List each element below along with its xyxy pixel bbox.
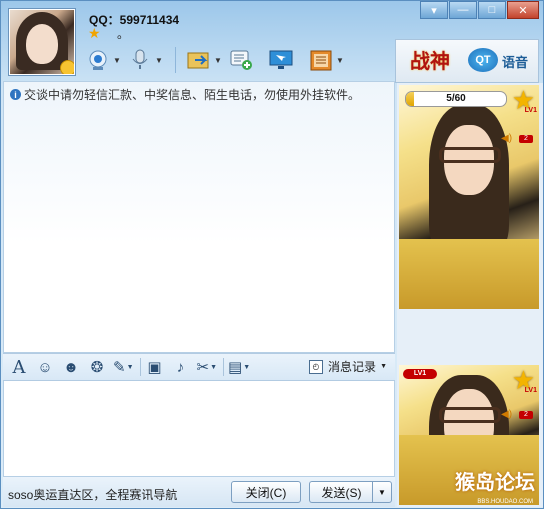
send-options-button[interactable]: ▼ xyxy=(372,481,392,503)
chevron-down-icon[interactable]: ▼ xyxy=(214,56,224,65)
video-person-jacket xyxy=(399,239,539,309)
chevron-down-icon[interactable]: ▼ xyxy=(243,364,250,371)
webcam-icon xyxy=(85,47,111,73)
signature: 。 xyxy=(117,27,130,41)
format-separator xyxy=(139,358,141,376)
chevron-down-icon[interactable]: ▼ xyxy=(210,364,217,371)
folder-icon xyxy=(186,47,212,73)
video-panel: 5/60 ★ LV1 ◀) 2 LV1 ★ LV1 ◀) 2 猴岛论坛 BBS.… xyxy=(397,83,543,507)
chevron-down-icon[interactable]: ▼ xyxy=(155,56,165,65)
close-window-button[interactable]: ✕ xyxy=(507,1,539,19)
volume-badge: 2 xyxy=(519,411,533,419)
chevron-down-icon[interactable]: ▼ xyxy=(127,364,134,371)
magic-face-glyph: ☻ xyxy=(63,358,79,376)
main-toolbar: ▼ ▼ ▼ ▼ xyxy=(85,45,346,75)
menu-button[interactable]: ▾ xyxy=(420,1,448,19)
chat-add-icon xyxy=(228,47,254,73)
info-icon: i xyxy=(10,89,21,100)
shake-glyph: ❂ xyxy=(90,359,104,376)
chevron-down-icon[interactable]: ▼ xyxy=(336,56,346,65)
emoji-glyph: ☺ xyxy=(37,358,53,376)
message-display-area[interactable]: i 交谈中请勿轻信汇款、中奖信息、陌生电话，勿使用外挂软件。 xyxy=(3,81,395,353)
forum-watermark-url: BBS.HOUDAO.COM xyxy=(477,499,533,505)
progress-text: 5/60 xyxy=(446,93,466,104)
clock-icon: ◴ xyxy=(309,359,324,374)
online-status-icon[interactable] xyxy=(60,60,74,74)
video-person-glasses xyxy=(439,407,501,423)
close-button[interactable]: 关闭(C) xyxy=(231,481,301,503)
briefcase-glyph: ▤ xyxy=(228,359,243,376)
security-notice: i 交谈中请勿轻信汇款、中奖信息、陌生电话，勿使用外挂软件。 xyxy=(10,86,360,103)
minimize-button[interactable]: — xyxy=(449,1,477,19)
doodle-icon[interactable]: ✎ ▼ xyxy=(113,357,134,377)
voice-call-button[interactable]: ▼ xyxy=(127,45,165,75)
remote-video[interactable]: 5/60 ★ LV1 ◀) 2 xyxy=(399,85,539,309)
emoji-icon[interactable]: ☺ xyxy=(35,357,55,377)
shake-icon[interactable]: ❂ xyxy=(87,357,107,377)
music-icon[interactable]: ♪ xyxy=(171,357,191,377)
local-video[interactable]: LV1 ★ LV1 ◀) 2 猴岛论坛 BBS.HOUDAO.COM xyxy=(399,365,539,505)
briefcase-icon[interactable]: ▤ ▼ xyxy=(228,357,250,377)
level-progress-bar: 5/60 xyxy=(405,91,507,107)
avatar-face xyxy=(26,24,58,64)
doodle-glyph: ✎ xyxy=(113,359,126,376)
speaker-icon[interactable]: ◀) xyxy=(501,409,515,420)
music-glyph: ♪ xyxy=(176,358,185,376)
maximize-button[interactable]: □ xyxy=(478,1,506,19)
avatar[interactable] xyxy=(9,9,75,75)
font-glyph: A xyxy=(12,356,26,378)
game-ad-logo[interactable]: 战神 xyxy=(410,42,464,80)
message-input[interactable] xyxy=(3,381,395,477)
format-separator xyxy=(223,358,225,376)
message-history-button[interactable]: ◴ 消息记录 ▼ xyxy=(309,358,387,375)
monitor-icon xyxy=(268,47,294,73)
chevron-down-icon[interactable]: ▼ xyxy=(380,363,387,370)
soso-link[interactable]: soso奥运直达区，全程赛讯导航 xyxy=(8,486,177,503)
microphone-icon xyxy=(127,47,153,73)
qt-voice-label[interactable]: 语音 xyxy=(502,52,528,71)
chat-window: QQ：599711434 ★ 。 ▾ — □ ✕ ▼ ▼ ▼ ▼ 战神 QT 语… xyxy=(0,0,544,509)
group-chat-button[interactable] xyxy=(228,45,254,75)
image-icon[interactable]: ▣ xyxy=(145,357,165,377)
volume-badge: 2 xyxy=(519,135,533,143)
chevron-down-icon[interactable]: ▼ xyxy=(113,56,123,65)
video-call-button[interactable]: ▼ xyxy=(85,45,123,75)
chevron-down-icon: ▼ xyxy=(378,487,386,497)
level-tag: LV1 xyxy=(403,369,437,379)
remote-assist-button[interactable] xyxy=(268,45,294,75)
magic-face-icon[interactable]: ☻ xyxy=(61,357,81,377)
level-text: LV1 xyxy=(524,387,537,394)
toolbar-separator xyxy=(175,47,176,73)
window-controls: ▾ — □ ✕ xyxy=(419,1,539,19)
image-glyph: ▣ xyxy=(147,359,162,376)
speaker-icon[interactable]: ◀) xyxy=(501,133,515,144)
font-icon[interactable]: A xyxy=(9,356,29,378)
qt-voice-logo[interactable]: QT xyxy=(468,48,498,72)
file-transfer-button[interactable]: ▼ xyxy=(186,45,224,75)
message-history-label: 消息记录 xyxy=(328,360,377,374)
screenshot-glyph: ✂ xyxy=(196,359,210,376)
qq-number: QQ：599711434 xyxy=(89,13,180,27)
level-text: LV1 xyxy=(524,107,537,114)
ad-banner[interactable]: 战神 QT 语音 xyxy=(395,39,539,83)
video-person-glasses xyxy=(439,147,501,163)
bottom-bar: soso奥运直达区，全程赛讯导航 关闭(C) 发送(S) ▼ xyxy=(3,477,395,507)
forum-watermark: 猴岛论坛 xyxy=(455,470,535,494)
screenshot-icon[interactable]: ✂ ▼ xyxy=(197,357,218,377)
star-icon: ★ xyxy=(88,25,101,41)
app-box-icon xyxy=(308,47,334,73)
apps-button[interactable]: ▼ xyxy=(308,45,346,75)
security-notice-text: 交谈中请勿轻信汇款、中奖信息、陌生电话，勿使用外挂软件。 xyxy=(24,88,361,102)
send-button[interactable]: 发送(S) xyxy=(309,481,373,503)
format-toolbar: A ☺ ☻ ❂ ✎ ▼ ▣ ♪ ✂ ▼ ▤ ▼ ◴ 消息记录 ▼ xyxy=(3,353,395,381)
